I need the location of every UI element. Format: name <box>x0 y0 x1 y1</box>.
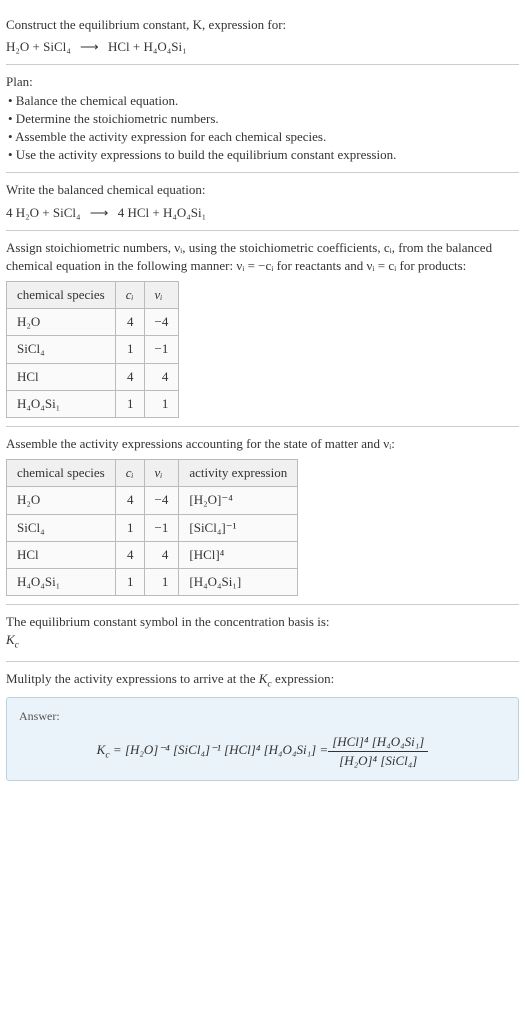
plan-item: • Determine the stoichiometric numbers. <box>8 110 519 128</box>
frac-numerator: [HCl]⁴ [H₄O₄Si₁] <box>328 733 428 751</box>
cell-species: H₄O₄Si₁ <box>7 390 116 417</box>
stoich-table: chemical species cᵢ νᵢ H₂O 4 −4 SiCl₄ 1 … <box>6 281 179 418</box>
table-row: H₂O 4 −4 [H₂O]⁻⁴ <box>7 487 298 514</box>
cell-expr: [HCl]⁴ <box>179 541 298 568</box>
activity-section: Assemble the activity expressions accoun… <box>6 427 519 605</box>
kc-lhs: Kc = [H₂O]⁻⁴ [SiCl₄]⁻¹ [HCl]⁴ [H₄O₄Si₁] … <box>97 741 329 762</box>
cell-ci: 1 <box>115 336 144 363</box>
balanced-rhs: 4 HCl + H₄O₄Si₁ <box>118 205 206 220</box>
multiply-section: Mulitply the activity expressions to arr… <box>6 662 519 789</box>
table-header-row: chemical species cᵢ νᵢ activity expressi… <box>7 460 298 487</box>
activity-table: chemical species cᵢ νᵢ activity expressi… <box>6 459 298 596</box>
col-expr: activity expression <box>179 460 298 487</box>
table-header-row: chemical species cᵢ νᵢ <box>7 282 179 309</box>
cell-expr: [SiCl₄]⁻¹ <box>179 514 298 541</box>
cell-ci: 1 <box>115 390 144 417</box>
col-species: chemical species <box>7 282 116 309</box>
cell-expr: [H₂O]⁻⁴ <box>179 487 298 514</box>
balanced-arrow: ⟶ <box>90 205 109 220</box>
cell-vi: 4 <box>144 541 179 568</box>
cell-ci: 4 <box>115 309 144 336</box>
col-vi: νᵢ <box>144 460 179 487</box>
cell-vi: −1 <box>144 336 179 363</box>
balanced-title: Write the balanced chemical equation: <box>6 181 519 199</box>
cell-species: SiCl₄ <box>7 514 116 541</box>
symbol-section: The equilibrium constant symbol in the c… <box>6 605 519 661</box>
symbol-value: Kc <box>6 631 519 652</box>
cell-species: HCl <box>7 541 116 568</box>
cell-ci: 4 <box>115 487 144 514</box>
table-row: H₄O₄Si₁ 1 1 <box>7 390 179 417</box>
activity-intro: Assemble the activity expressions accoun… <box>6 435 519 453</box>
kc-fraction: [HCl]⁴ [H₄O₄Si₁] [H₂O]⁴ [SiCl₄] <box>328 733 428 770</box>
plan-item: • Use the activity expressions to build … <box>8 146 519 164</box>
reaction-lhs: H₂O + SiCl₄ <box>6 39 71 54</box>
table-row: SiCl₄ 1 −1 <box>7 336 179 363</box>
col-ci: cᵢ <box>115 460 144 487</box>
multiply-text: Mulitply the activity expressions to arr… <box>6 670 519 691</box>
balanced-lhs: 4 H₂O + SiCl₄ <box>6 205 81 220</box>
cell-ci: 1 <box>115 514 144 541</box>
symbol-text: The equilibrium constant symbol in the c… <box>6 613 519 631</box>
balanced-equation: 4 H₂O + SiCl₄ ⟶ 4 HCl + H₄O₄Si₁ <box>6 204 519 222</box>
col-vi: νᵢ <box>144 282 179 309</box>
reaction-rhs: HCl + H₄O₄Si₁ <box>108 39 187 54</box>
table-row: HCl 4 4 <box>7 363 179 390</box>
unbalanced-equation: H₂O + SiCl₄ ⟶ HCl + H₄O₄Si₁ <box>6 38 519 56</box>
cell-vi: −1 <box>144 514 179 541</box>
intro-section: Construct the equilibrium constant, K, e… <box>6 8 519 65</box>
table-row: HCl 4 4 [HCl]⁴ <box>7 541 298 568</box>
frac-denominator: [H₂O]⁴ [SiCl₄] <box>335 752 421 770</box>
plan-item: • Assemble the activity expression for e… <box>8 128 519 146</box>
plan-item: • Balance the chemical equation. <box>8 92 519 110</box>
cell-species: HCl <box>7 363 116 390</box>
cell-species: H₂O <box>7 487 116 514</box>
cell-vi: 4 <box>144 363 179 390</box>
table-row: H₄O₄Si₁ 1 1 [H₄O₄Si₁] <box>7 568 298 595</box>
cell-species: SiCl₄ <box>7 336 116 363</box>
kc-expression: Kc = [H₂O]⁻⁴ [SiCl₄]⁻¹ [HCl]⁴ [H₄O₄Si₁] … <box>19 733 506 770</box>
cell-expr: [H₄O₄Si₁] <box>179 568 298 595</box>
col-species: chemical species <box>7 460 116 487</box>
cell-species: H₂O <box>7 309 116 336</box>
plan-title: Plan: <box>6 73 519 91</box>
cell-vi: −4 <box>144 309 179 336</box>
answer-label: Answer: <box>19 708 506 725</box>
cell-vi: 1 <box>144 390 179 417</box>
cell-vi: −4 <box>144 487 179 514</box>
balanced-section: Write the balanced chemical equation: 4 … <box>6 173 519 230</box>
cell-ci: 4 <box>115 363 144 390</box>
col-ci: cᵢ <box>115 282 144 309</box>
intro-prompt: Construct the equilibrium constant, K, e… <box>6 16 519 34</box>
cell-species: H₄O₄Si₁ <box>7 568 116 595</box>
plan-section: Plan: • Balance the chemical equation. •… <box>6 65 519 173</box>
stoich-intro: Assign stoichiometric numbers, νᵢ, using… <box>6 239 519 275</box>
answer-box: Answer: Kc = [H₂O]⁻⁴ [SiCl₄]⁻¹ [HCl]⁴ [H… <box>6 697 519 781</box>
cell-vi: 1 <box>144 568 179 595</box>
stoich-section: Assign stoichiometric numbers, νᵢ, using… <box>6 231 519 427</box>
reaction-arrow: ⟶ <box>80 39 99 54</box>
cell-ci: 4 <box>115 541 144 568</box>
table-row: SiCl₄ 1 −1 [SiCl₄]⁻¹ <box>7 514 298 541</box>
table-row: H₂O 4 −4 <box>7 309 179 336</box>
cell-ci: 1 <box>115 568 144 595</box>
